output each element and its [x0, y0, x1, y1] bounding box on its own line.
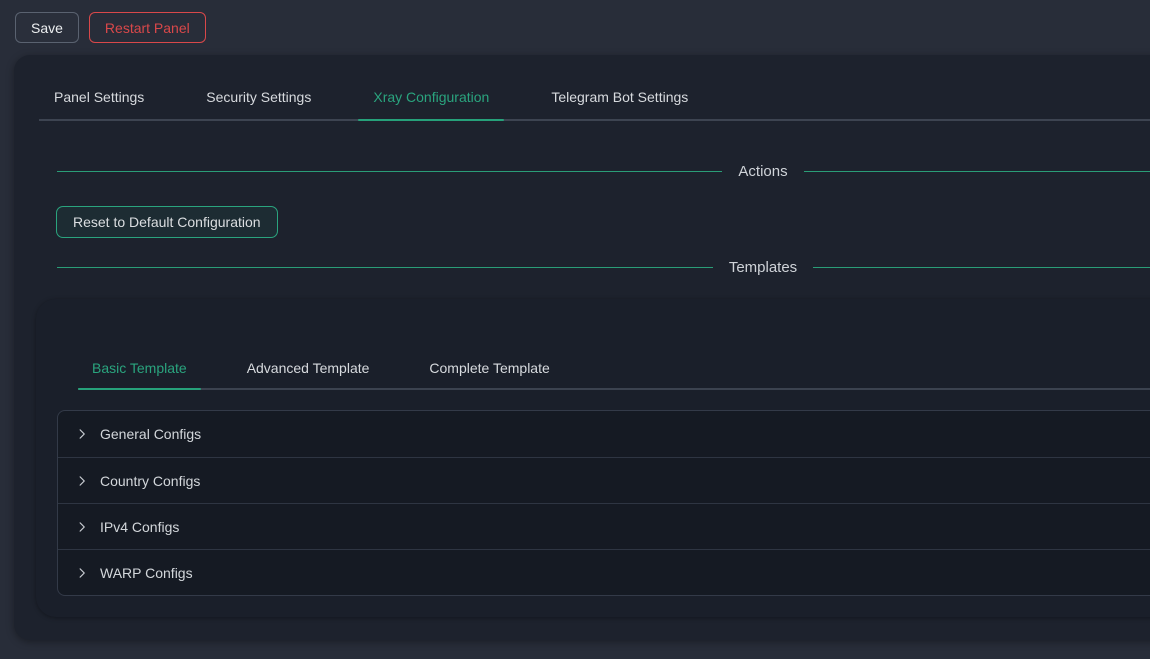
- tab-advanced-template[interactable]: Advanced Template: [233, 360, 384, 388]
- chevron-right-icon: [76, 428, 88, 440]
- tab-basic-template[interactable]: Basic Template: [78, 360, 201, 388]
- reset-default-configuration-button[interactable]: Reset to Default Configuration: [56, 206, 278, 238]
- restart-panel-button[interactable]: Restart Panel: [89, 12, 206, 43]
- collapse-header-label: Country Configs: [100, 473, 200, 489]
- settings-tabs: Panel Settings Security Settings Xray Co…: [39, 89, 1150, 121]
- tab-telegram-bot-settings[interactable]: Telegram Bot Settings: [536, 89, 703, 119]
- settings-card: Panel Settings Security Settings Xray Co…: [14, 55, 1150, 640]
- chevron-right-icon: [76, 567, 88, 579]
- actions-divider: Actions: [57, 161, 1150, 182]
- tab-complete-template[interactable]: Complete Template: [415, 360, 563, 388]
- templates-divider: Templates: [57, 257, 1150, 278]
- collapse-header-warp-configs[interactable]: WARP Configs: [58, 549, 1150, 595]
- collapse-header-general-configs[interactable]: General Configs: [58, 411, 1150, 457]
- templates-divider-title: Templates: [713, 257, 813, 278]
- template-tabs: Basic Template Advanced Template Complet…: [78, 360, 1150, 390]
- collapse-header-country-configs[interactable]: Country Configs: [58, 457, 1150, 503]
- actions-divider-title: Actions: [722, 161, 803, 182]
- collapse-header-label: IPv4 Configs: [100, 519, 179, 535]
- templates-card: Basic Template Advanced Template Complet…: [36, 299, 1150, 617]
- collapse-header-ipv4-configs[interactable]: IPv4 Configs: [58, 503, 1150, 549]
- tab-security-settings[interactable]: Security Settings: [191, 89, 326, 119]
- chevron-right-icon: [76, 521, 88, 533]
- config-collapse-list: General Configs Country Configs IPv4 Con…: [57, 410, 1150, 596]
- collapse-header-label: General Configs: [100, 426, 201, 442]
- tab-panel-settings[interactable]: Panel Settings: [39, 89, 159, 119]
- tab-xray-configuration[interactable]: Xray Configuration: [358, 89, 504, 119]
- chevron-right-icon: [76, 475, 88, 487]
- top-action-bar: Save Restart Panel: [15, 12, 206, 43]
- collapse-header-label: WARP Configs: [100, 565, 193, 581]
- save-button[interactable]: Save: [15, 12, 79, 43]
